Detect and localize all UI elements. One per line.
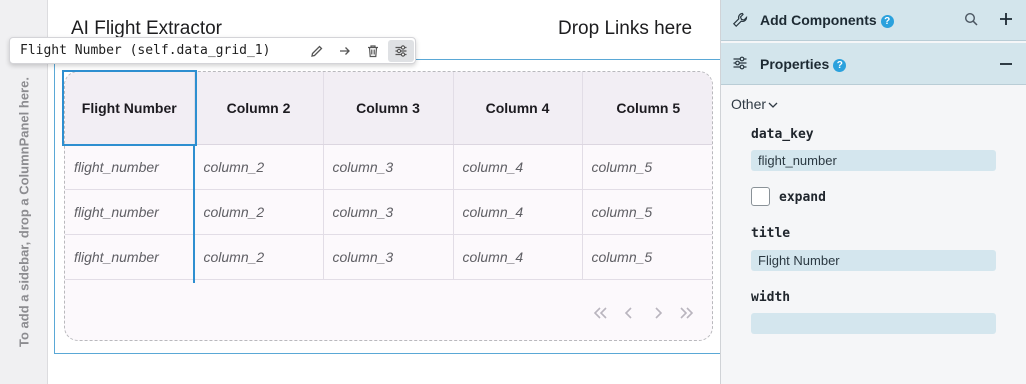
data-key-input[interactable]: flight_number <box>751 150 996 171</box>
table-row: flight_number column_2 column_3 column_4… <box>65 234 712 280</box>
add-components-title: Add Components? <box>760 12 894 28</box>
table-cell: column_2 <box>194 234 324 280</box>
section-label: Other <box>731 96 767 112</box>
trash-icon[interactable] <box>360 40 386 62</box>
column-header-5[interactable]: Column 5 <box>582 72 712 145</box>
title-input[interactable]: Flight Number <box>751 250 996 271</box>
table-cell: column_5 <box>582 189 712 235</box>
title-label: title <box>751 226 791 241</box>
data-grid[interactable]: Flight Number Column 2 Column 3 Column 4… <box>64 71 713 341</box>
table-cell: column_3 <box>323 144 454 190</box>
sidebar-hint: To add a sidebar, drop a ColumnPanel her… <box>16 77 32 347</box>
sliders-icon[interactable] <box>388 39 414 62</box>
column-header-2[interactable]: Column 2 <box>194 72 324 145</box>
expand-checkbox[interactable] <box>751 187 770 206</box>
help-icon[interactable]: ? <box>833 58 847 72</box>
wrench-icon <box>732 12 748 33</box>
table-cell: column_5 <box>582 144 712 190</box>
properties-header[interactable]: Properties? <box>721 43 1026 85</box>
first-page-icon[interactable] <box>588 303 611 323</box>
table-cell: column_3 <box>323 189 454 235</box>
column-header-4[interactable]: Column 4 <box>453 72 583 145</box>
table-cell: flight_number <box>65 144 195 190</box>
table-cell: column_2 <box>194 189 324 235</box>
search-icon[interactable] <box>964 12 979 32</box>
properties-label: Properties <box>760 55 830 72</box>
drop-links-zone[interactable]: Drop Links here <box>558 18 692 40</box>
column-header-3[interactable]: Column 3 <box>323 72 454 145</box>
table-cell: column_4 <box>453 189 583 235</box>
table-cell: flight_number <box>65 234 195 280</box>
table-cell: column_2 <box>194 144 324 190</box>
next-page-icon[interactable] <box>646 303 669 323</box>
arrow-right-icon[interactable] <box>332 40 358 62</box>
plus-icon[interactable] <box>998 11 1014 32</box>
header-row: Flight Number Column 2 Column 3 Column 4… <box>65 72 712 145</box>
component-name-label: Flight Number (self.data_grid_1) <box>20 43 271 58</box>
data-key-label: data_key <box>751 127 814 142</box>
table-row: flight_number column_2 column_3 column_4… <box>65 189 712 235</box>
table-cell: flight_number <box>65 189 195 235</box>
data-grid-table: Flight Number Column 2 Column 3 Column 4… <box>65 72 712 280</box>
properties-title: Properties? <box>760 55 847 72</box>
table-cell: column_3 <box>323 234 454 280</box>
pagination <box>588 303 698 323</box>
edit-icon[interactable] <box>304 40 330 62</box>
expand-label: expand <box>779 190 826 205</box>
collapse-icon[interactable] <box>998 56 1014 77</box>
prev-page-icon[interactable] <box>617 303 640 323</box>
last-page-icon[interactable] <box>675 303 698 323</box>
chevron-down-icon <box>767 97 779 113</box>
table-row: flight_number column_2 column_3 column_4… <box>65 144 712 190</box>
sliders-icon <box>732 55 748 76</box>
section-toggle-other[interactable]: Other <box>731 95 779 113</box>
column-header-flight-number[interactable]: Flight Number <box>65 72 195 145</box>
help-icon[interactable]: ? <box>880 15 894 28</box>
add-components-header[interactable]: Add Components? <box>721 0 1026 41</box>
table-cell: column_4 <box>453 234 583 280</box>
component-toolbar: Flight Number (self.data_grid_1) <box>9 37 416 64</box>
width-label: width <box>751 290 791 305</box>
add-components-label: Add Components <box>760 12 877 28</box>
table-cell: column_5 <box>582 234 712 280</box>
table-cell: column_4 <box>453 144 583 190</box>
width-input[interactable] <box>751 313 996 334</box>
